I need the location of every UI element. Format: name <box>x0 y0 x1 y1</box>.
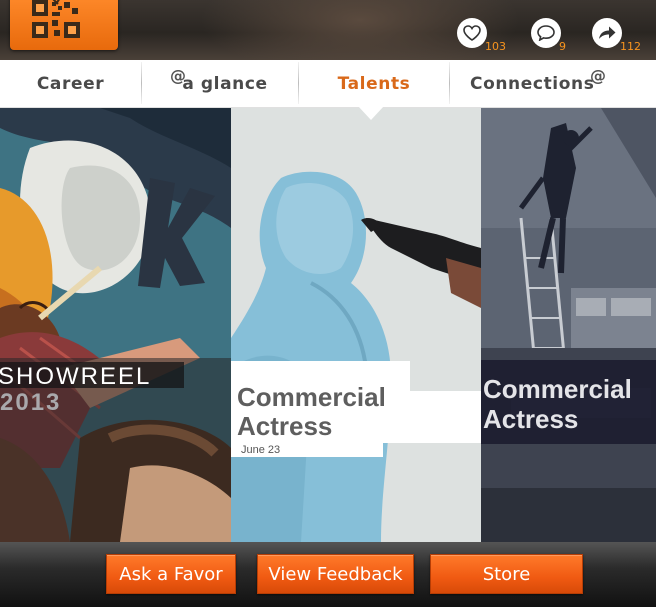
tab-career[interactable]: Career <box>0 60 141 108</box>
profile-header: 103 9 112 <box>0 0 656 60</box>
card-title-line2: Actress <box>483 404 579 434</box>
card-date: June 23 <box>241 444 281 456</box>
showreel-artwork-image <box>0 108 231 542</box>
tab-talents[interactable]: Talents <box>299 60 449 108</box>
store-button[interactable]: Store <box>430 554 583 594</box>
commercial-actress-photo <box>231 108 481 542</box>
ask-a-favor-button[interactable]: Ask a Favor <box>106 554 236 594</box>
card-title-line1: Commercial <box>237 382 386 412</box>
button-label: View Feedback <box>268 563 403 585</box>
qr-code-icon <box>32 0 80 38</box>
tab-label: Talents <box>337 74 411 94</box>
comment-icon <box>531 18 561 48</box>
share-icon <box>592 18 622 48</box>
card-title-line1: Commercial <box>483 374 632 404</box>
bottom-action-bar: Ask a Favor View Feedback Store <box>0 542 656 607</box>
button-label: Ask a Favor <box>119 563 223 585</box>
comments-count: 9 <box>559 40 566 53</box>
ladder-scene-photo <box>481 108 656 542</box>
active-tab-pointer <box>358 106 384 120</box>
view-feedback-button[interactable]: View Feedback <box>257 554 414 594</box>
heart-icon <box>457 18 487 48</box>
at-symbol-icon: @ <box>170 66 187 85</box>
card-title-line2: Actress <box>237 411 333 441</box>
talent-card-commercial-actress[interactable]: Commercial Actress June 23 <box>231 108 481 542</box>
at-symbol-icon: @ <box>590 66 607 85</box>
talent-card-commercial-actress-2[interactable]: Commercial Actress <box>481 108 656 542</box>
section-tab-bar: Career @ a glance Talents Connections @ <box>0 60 656 108</box>
tab-connections[interactable]: Connections @ <box>450 60 656 108</box>
tab-label: Connections <box>470 74 595 94</box>
likes-count: 103 <box>485 40 506 53</box>
showreel-year: 2013 <box>0 389 62 416</box>
tab-label: a glance <box>182 74 268 94</box>
tab-at-a-glance[interactable]: @ a glance <box>142 60 298 108</box>
shares-count: 112 <box>620 40 641 53</box>
tab-label: Career <box>36 74 105 94</box>
button-label: Store <box>482 563 531 585</box>
showreel-title: SHOWREEL <box>0 363 152 390</box>
talent-card-showreel[interactable]: SHOWREEL 2013 <box>0 108 231 542</box>
qr-code-button[interactable] <box>10 0 118 50</box>
